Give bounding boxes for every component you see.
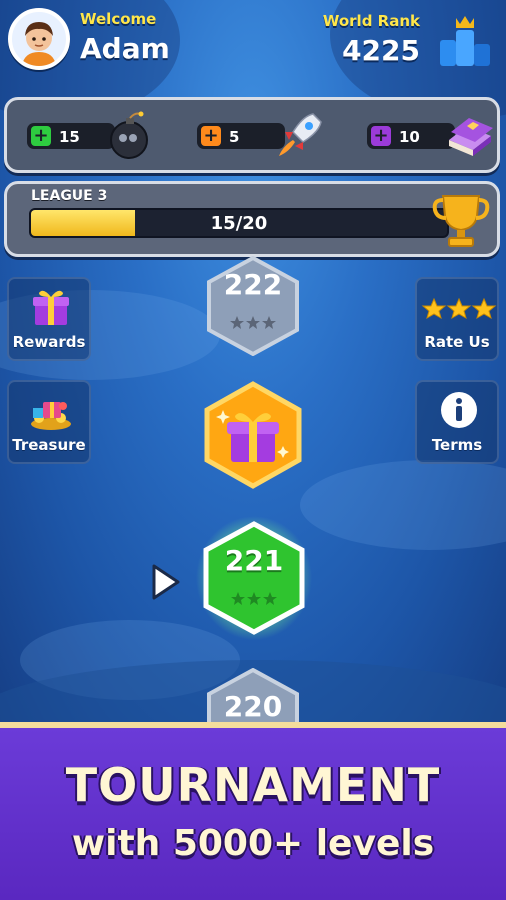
promo-banner: TOURNAMENT with 5000+ levels — [0, 722, 506, 900]
rewards-label: Rewards — [12, 333, 86, 351]
username: Adam — [80, 32, 170, 65]
leaderboard-icon[interactable] — [434, 10, 496, 72]
welcome-label: Welcome — [80, 10, 157, 28]
avatar[interactable] — [8, 8, 70, 70]
rocket-count: 5 — [229, 128, 240, 146]
rocket-resource[interactable]: + 5 — [197, 113, 322, 156]
treasure-label: Treasure — [12, 436, 86, 454]
add-bomb-button[interactable]: + — [31, 126, 51, 146]
bomb-count: 15 — [59, 128, 80, 146]
book-resource[interactable]: + 10 — [367, 118, 493, 156]
info-icon — [441, 392, 477, 428]
rate-us-label: Rate Us — [424, 333, 490, 351]
bomb-icon — [110, 111, 148, 159]
add-book-button[interactable]: + — [371, 126, 391, 146]
game-map: Welcome Adam World Rank 4225 + 15 + 5 + … — [0, 0, 506, 722]
level-node-current[interactable]: 221 — [196, 516, 312, 640]
terms-label: Terms — [431, 436, 483, 454]
treasure-icon — [31, 402, 71, 430]
book-icon — [449, 118, 493, 156]
rate-us-button[interactable]: Rate Us — [415, 277, 499, 361]
stars-icon — [421, 297, 497, 320]
league-progress-text: 15/20 — [210, 213, 268, 234]
hexagon-shape — [196, 516, 312, 640]
level-number: 222 — [223, 268, 283, 301]
bomb-resource[interactable]: + 15 — [27, 111, 148, 159]
book-count: 10 — [399, 128, 420, 146]
treasure-button[interactable]: Treasure — [7, 380, 91, 464]
gift-icon — [33, 290, 69, 325]
banner-subtitle: with 5000+ levels — [71, 823, 435, 864]
resource-bar: + 15 + 5 + 10 — [4, 97, 500, 173]
world-rank-label: World Rank — [322, 12, 420, 30]
gift-level-node[interactable] — [201, 380, 305, 490]
trophy-icon[interactable] — [431, 188, 491, 250]
rocket-icon — [279, 113, 322, 156]
league-panel: LEAGUE 3 15/20 — [4, 181, 500, 257]
league-label: LEAGUE 3 — [31, 188, 108, 204]
level-number: 221 — [224, 544, 284, 577]
terms-button[interactable]: Terms — [415, 380, 499, 464]
world-rank-value: 4225 — [342, 34, 420, 67]
level-number: 220 — [223, 690, 283, 722]
league-progress-bar: 15/20 — [29, 208, 449, 238]
level-node-locked[interactable]: 222 — [203, 255, 303, 357]
gift-hexagon-icon — [204, 381, 302, 489]
rewards-button[interactable]: Rewards — [7, 277, 91, 361]
banner-title: TOURNAMENT — [65, 758, 441, 812]
current-level-pointer-icon — [152, 564, 180, 600]
mist-shape — [300, 460, 506, 550]
add-rocket-button[interactable]: + — [201, 126, 221, 146]
avatar-boy-icon — [22, 22, 56, 66]
level-node-completed[interactable]: 220 — [203, 667, 303, 722]
